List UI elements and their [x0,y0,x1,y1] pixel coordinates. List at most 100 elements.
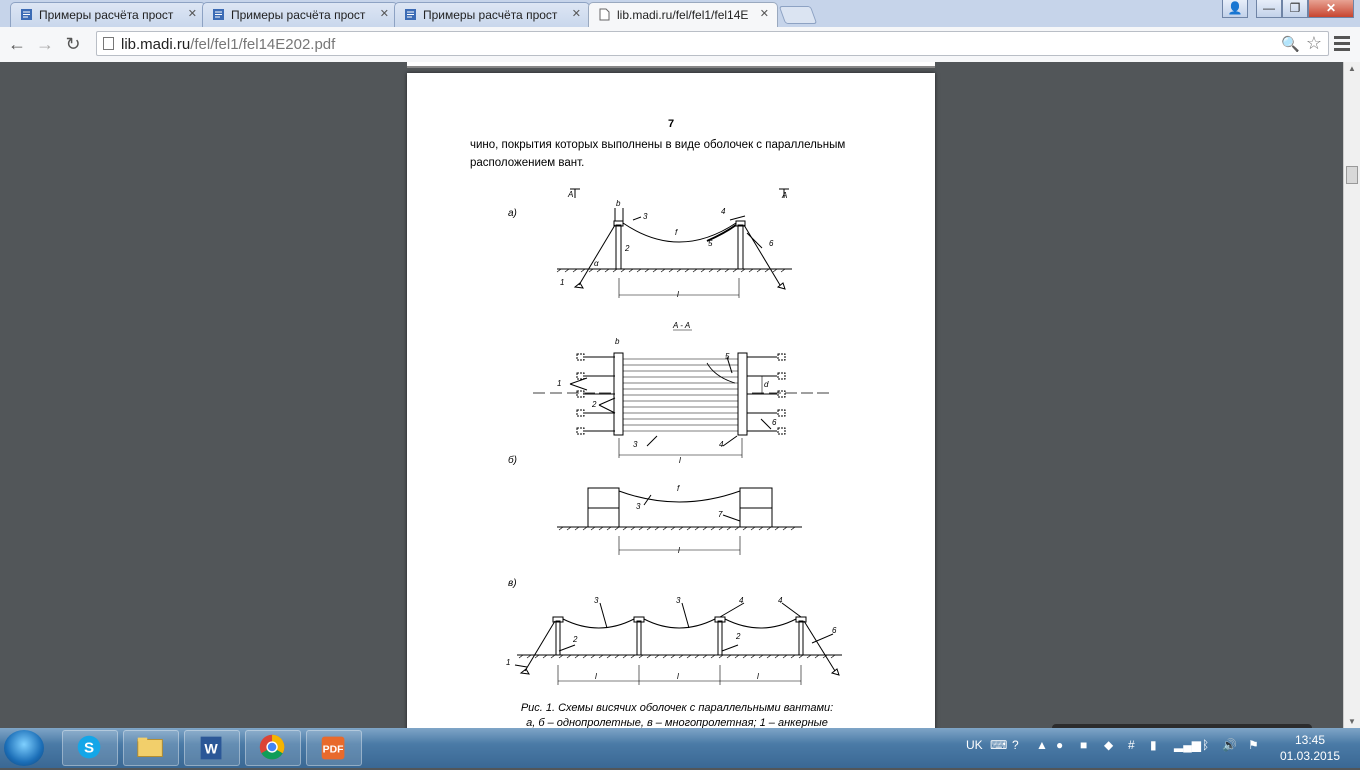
tab-strip: Примеры расчёта прост ✕ Примеры расчёта … [0,0,1360,27]
url-path: /fel/fel1/fel14E202.pdf [190,36,336,53]
document-icon [405,9,416,20]
label-b: b [616,199,621,208]
close-tab-icon[interactable]: ✕ [380,7,389,20]
tab-title: lib.madi.ru/fel/fel1/fel14E [617,8,749,22]
figure-caption: а, б – однопролетные, в – многопролетная… [526,717,828,728]
zoom-icon[interactable]: 🔍 [1281,35,1300,53]
previous-page-edge [407,62,935,68]
language-indicator[interactable]: UK [966,738,983,752]
label-1: 1 [560,278,564,287]
pdf-reader-icon: PDF [321,736,345,760]
clock-time: 13:45 [1294,733,1326,747]
label-b: b [615,337,620,346]
clock-date: 01.03.2015 [1279,749,1341,763]
section-mark-A: A [567,190,573,199]
label-6: 6 [772,418,777,427]
help-icon[interactable]: ? [1012,738,1019,752]
new-tab-button[interactable] [778,6,818,24]
fig-label-b: б) [508,454,517,466]
label-4: 4 [739,596,744,605]
skype-taskbar-icon[interactable]: S [62,730,118,766]
expand-tray-icon[interactable]: ▲ [1036,738,1048,752]
forward-icon[interactable]: → [34,33,56,55]
flag-icon[interactable]: ⚑ [1248,738,1259,752]
pdf-viewer[interactable]: 7 чино, покрытия которых выполнены в вид… [0,62,1343,728]
close-tab-icon[interactable]: ✕ [188,7,197,20]
label-f: f [675,228,678,237]
close-window-button[interactable]: ✕ [1308,0,1354,18]
back-icon[interactable]: ← [6,33,28,55]
label-span: l [677,290,679,299]
scroll-up-icon[interactable]: ▲ [1348,64,1356,73]
tab-4-active[interactable]: lib.madi.ru/fel/fel1/fel14E ✕ [588,2,778,27]
address-bar[interactable]: lib.madi.ru/fel/fel1/fel14E202.pdf 🔍 ☆ [96,31,1329,56]
device-icon[interactable]: ▮ [1150,738,1157,752]
svg-text:S: S [84,740,94,757]
label-span: l [757,672,759,681]
label-2: 2 [572,635,578,644]
url-text[interactable]: lib.madi.ru/fel/fel1/fel14E202.pdf [121,36,335,53]
label-2: 2 [624,244,630,253]
label-6: 6 [769,239,774,248]
tab-title: Примеры расчёта прост [423,8,558,22]
app-tray-icon[interactable]: # [1128,738,1135,752]
app-tray-icon[interactable]: ◆ [1104,738,1113,752]
tab-3[interactable]: Примеры расчёта прост ✕ [394,2,590,27]
label-3: 3 [636,502,641,511]
svg-text:PDF: PDF [323,745,344,756]
document-icon [21,9,32,20]
section-title-AA: A - A [672,321,690,330]
chrome-taskbar-icon[interactable] [245,730,301,766]
scroll-thumb[interactable] [1346,166,1358,184]
vertical-scrollbar[interactable]: ▲ ▼ [1343,62,1360,728]
close-tab-icon[interactable]: ✕ [760,7,769,20]
label-d: d [764,380,769,389]
label-6: 6 [832,626,837,635]
label-3: 3 [633,440,638,449]
restore-button[interactable]: ❐ [1282,0,1308,18]
label-4: 4 [719,440,724,449]
volume-icon[interactable]: 🔊 [1222,738,1237,752]
label-span: l [678,546,680,555]
pdf-taskbar-icon[interactable]: PDF [306,730,362,766]
chrome-icon [259,734,285,760]
taskbar: S W PDF UK ⌨ ? ▲ ● ■ ◆ # ▮ ▂▄▆ ᛒ 🔊 ⚑ 13:… [0,728,1360,768]
fig-label-v: в) [508,578,517,589]
label-2: 2 [735,632,741,641]
label-1: 1 [557,379,561,388]
reload-icon[interactable]: ↻ [62,33,84,55]
user-icon[interactable]: 👤 [1222,0,1248,18]
explorer-taskbar-icon[interactable] [123,730,179,766]
document-icon [213,9,224,20]
start-button[interactable] [4,730,44,766]
bluetooth-icon[interactable]: ᛒ [1202,738,1209,752]
label-3: 3 [676,596,681,605]
label-3: 3 [594,596,599,605]
minimize-button[interactable]: — [1256,0,1282,18]
close-tab-icon[interactable]: ✕ [572,7,581,20]
tab-title: Примеры расчёта прост [39,8,174,22]
page-info-icon[interactable] [103,37,114,50]
label-4: 4 [721,207,726,216]
scroll-down-icon[interactable]: ▼ [1348,717,1356,726]
label-2: 2 [591,400,597,409]
menu-icon[interactable] [1334,36,1350,54]
clock[interactable]: 13:45 01.03.2015 [1270,732,1350,764]
word-taskbar-icon[interactable]: W [184,730,240,766]
app-tray-icon[interactable]: ● [1056,738,1063,752]
keyboard-icon[interactable]: ⌨ [990,738,1007,752]
label-alpha: α [594,259,599,268]
label-1: 1 [506,658,510,667]
network-icon[interactable]: ▂▄▆ [1174,738,1201,752]
figure-hanging-shells: а) A A b 3 f 4 5 6 2 α 1 l A - A b 5 d 1… [506,188,842,685]
tab-2[interactable]: Примеры расчёта прост ✕ [202,2,398,27]
label-4: 4 [778,596,783,605]
section-mark-A: A [781,191,787,200]
tab-1[interactable]: Примеры расчёта прост ✕ [10,2,206,27]
label-span: l [677,672,679,681]
pdf-page: 7 чино, покрытия которых выполнены в вид… [407,73,935,728]
page-icon [599,8,610,21]
label-5: 5 [708,239,713,248]
app-tray-icon[interactable]: ■ [1080,738,1087,752]
bookmark-star-icon[interactable]: ☆ [1306,33,1322,54]
